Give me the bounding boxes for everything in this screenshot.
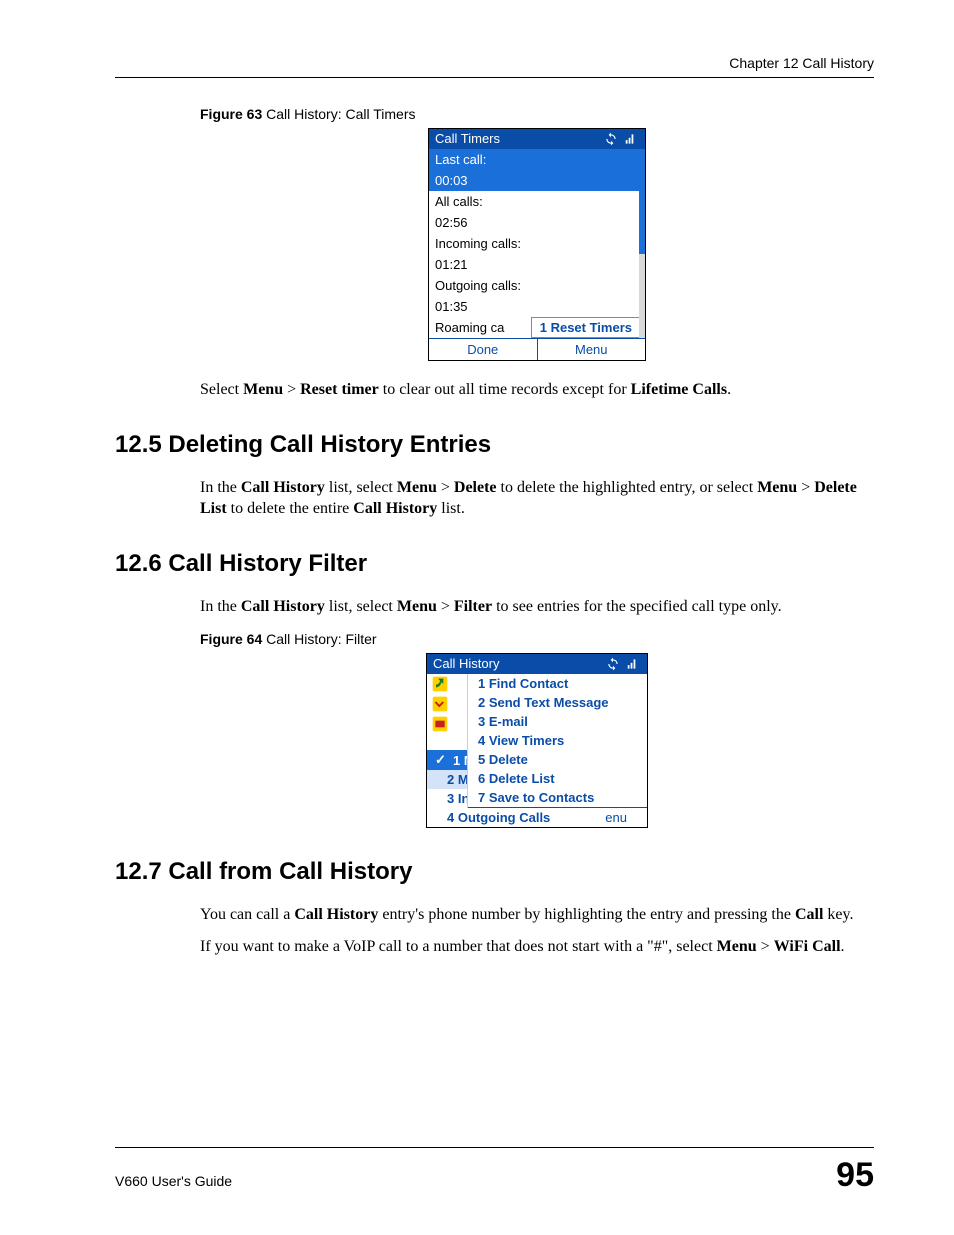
timer-last-call-label[interactable]: Last call: — [429, 149, 645, 170]
figure-63-label: Figure 63 — [200, 106, 262, 122]
chapter-label: Chapter 12 Call History — [729, 55, 874, 71]
para-reset-timer: Select Menu > Reset timer to clear out a… — [200, 379, 874, 401]
menu-delete-list[interactable]: 6 Delete List — [468, 769, 647, 788]
voicemail-icon — [431, 716, 449, 732]
page-header: Chapter 12 Call History — [115, 55, 874, 77]
call-history-title: Call History — [433, 656, 499, 671]
reset-timers-popup[interactable]: 1 Reset Timers — [531, 317, 641, 338]
scrollbar-thumb[interactable] — [639, 151, 645, 254]
filter-outgoing-calls[interactable]: 4 Outgoing Calls enu — [427, 808, 647, 827]
call-timers-screen: Call Timers Last call: 00:03 All calls: … — [428, 128, 646, 361]
menu-delete[interactable]: 5 Delete — [468, 750, 647, 769]
figure-63-title: Call History: Call Timers — [262, 106, 415, 122]
menu-send-text[interactable]: 2 Send Text Message — [468, 693, 647, 712]
call-history-body: 1 Find Contact 2 Send Text Message 3 E-m… — [427, 674, 647, 750]
sync-icon — [605, 657, 621, 671]
check-icon: ✓ — [435, 752, 447, 768]
missed-call-icon — [431, 696, 449, 712]
timer-incoming-value[interactable]: 01:21 — [429, 254, 645, 275]
timer-outgoing-label[interactable]: Outgoing calls: — [429, 275, 645, 296]
timer-last-call-value[interactable]: 00:03 — [429, 170, 645, 191]
outgoing-call-icon — [431, 676, 449, 692]
figure-64-title: Call History: Filter — [262, 631, 376, 647]
menu-find-contact[interactable]: 1 Find Contact — [468, 674, 647, 693]
heading-12-7: 12.7 Call from Call History — [115, 858, 874, 886]
figure-64-label: Figure 64 — [200, 631, 262, 647]
menu-save-contacts[interactable]: 7 Save to Contacts — [468, 788, 647, 808]
menu-view-timers[interactable]: 4 View Timers — [468, 731, 647, 750]
footer-rule — [115, 1147, 874, 1148]
guide-label: V660 User's Guide — [115, 1173, 232, 1189]
figure-63-caption: Figure 63 Call History: Call Timers — [200, 106, 874, 122]
para-delete-entries: In the Call History list, select Menu > … — [200, 477, 874, 520]
menu-button-fragment: enu — [605, 810, 627, 825]
call-timers-title: Call Timers — [435, 131, 500, 146]
heading-12-5: 12.5 Deleting Call History Entries — [115, 431, 874, 459]
call-history-titlebar: Call History — [427, 654, 647, 674]
menu-email[interactable]: 3 E-mail — [468, 712, 647, 731]
header-rule — [115, 77, 874, 78]
scrollbar[interactable] — [639, 151, 645, 338]
timer-all-calls-value[interactable]: 02:56 — [429, 212, 645, 233]
call-history-filter-screen: Call History — [426, 653, 648, 828]
figure-64-caption: Figure 64 Call History: Filter — [200, 631, 874, 647]
done-button[interactable]: Done — [429, 339, 538, 360]
signal-icon — [625, 657, 641, 671]
timer-incoming-label[interactable]: Incoming calls: — [429, 233, 645, 254]
context-menu: 1 Find Contact 2 Send Text Message 3 E-m… — [467, 674, 647, 808]
call-timers-titlebar: Call Timers — [429, 129, 645, 149]
page-number: 95 — [836, 1156, 874, 1195]
timer-outgoing-value[interactable]: 01:35 — [429, 296, 645, 317]
softkey-bar: Done Menu — [429, 338, 645, 360]
page-footer: V660 User's Guide 95 — [115, 1147, 874, 1195]
timer-all-calls-label[interactable]: All calls: — [429, 191, 645, 212]
sync-icon — [603, 132, 619, 146]
para-filter: In the Call History list, select Menu > … — [200, 596, 874, 618]
timer-roaming-label: Roaming ca — [435, 320, 504, 335]
signal-icon — [623, 132, 639, 146]
heading-12-6: 12.6 Call History Filter — [115, 550, 874, 578]
para-wifi-call: If you want to make a VoIP call to a num… — [200, 936, 874, 958]
para-call-from-history: You can call a Call History entry's phon… — [200, 904, 874, 926]
menu-button[interactable]: Menu — [538, 339, 646, 360]
